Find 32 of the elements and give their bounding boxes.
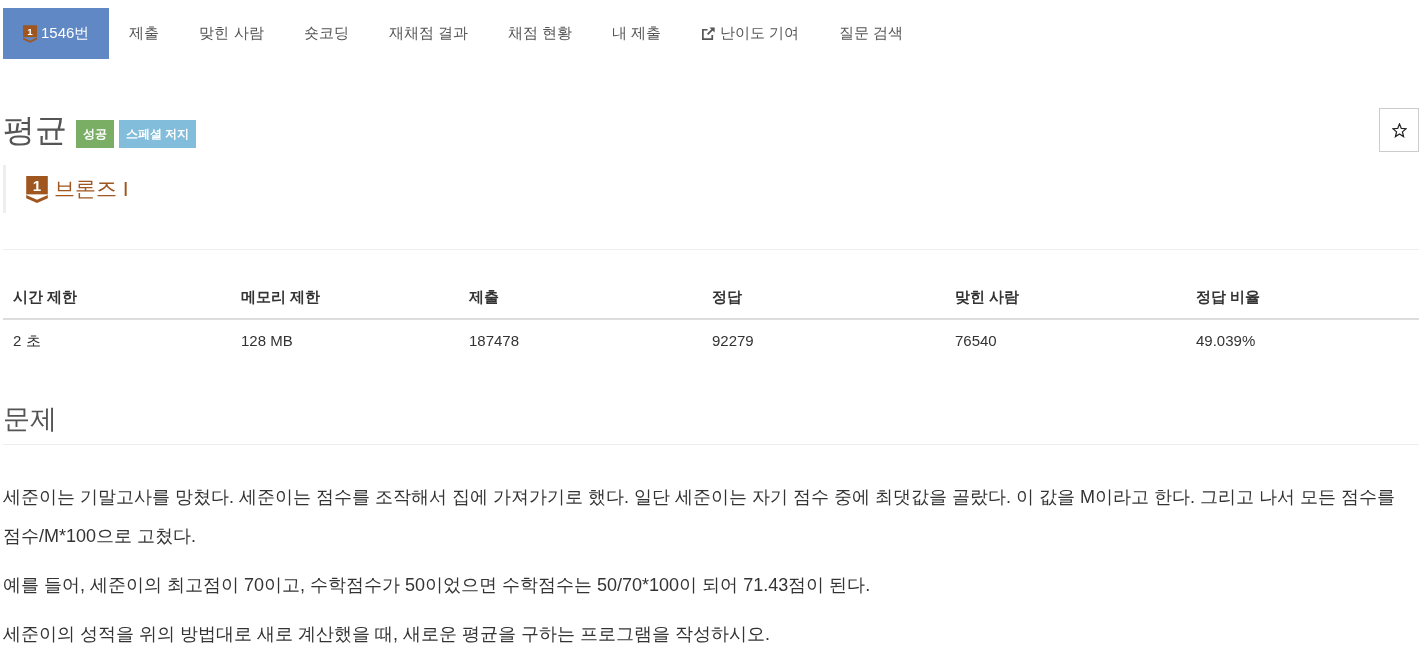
problem-paragraph: 세준이는 기말고사를 망쳤다. 세준이는 점수를 조작해서 집에 가져가기로 했다. 일단 세준이는 자기 점수 중에 최댓값을 골랐다. 이 값을 M이라고 한다. 그리고 나서 모든 점수를 점수/M*100으로 고쳤다. <box>3 486 1397 548</box>
nav-tab[interactable]: 채점 현황 <box>487 8 592 59</box>
column-header: 제출 <box>459 250 702 320</box>
table-cell-text: 2 초 <box>12 331 42 351</box>
tier-link[interactable]: 브론즈 I <box>54 175 129 203</box>
table-cell-text: 128 MB <box>240 331 294 351</box>
column-header: 정답 <box>702 250 945 320</box>
nav-tab[interactable]: 제출 <box>109 8 180 59</box>
nav-tab[interactable]: 내 제출 <box>591 8 682 59</box>
favorite-button[interactable] <box>1379 108 1419 152</box>
status-label: 성공 <box>76 120 114 148</box>
column-header: 정답 비율 <box>1186 250 1419 320</box>
nav-tab[interactable]: 재채점 결과 <box>368 8 488 59</box>
problem-paragraph: 세준이의 성적을 위의 방법대로 새로 계산했을 때, 새로운 평균을 구하는 프로그램을 작성하시오. <box>3 623 771 646</box>
table-cell-text: 76540 <box>954 331 998 351</box>
nav-tab[interactable]: 맞힌 사람 <box>179 8 284 59</box>
nav-tab[interactable]: 1 1546번 <box>3 8 110 59</box>
nav-tab[interactable]: 난이도 기여 <box>681 8 820 59</box>
table-cell-text: 49.039% <box>1195 331 1257 351</box>
column-header: 시간 제한 <box>3 250 231 320</box>
nav-tab[interactable]: 질문 검색 <box>819 8 924 59</box>
section-heading: 문제 <box>3 400 1419 445</box>
status-label: 스페셜 저지 <box>119 120 197 148</box>
table-cell-text: 92279 <box>711 331 755 351</box>
column-header: 맞힌 사람 <box>945 250 1186 320</box>
problem-paragraph: 예를 들어, 세준이의 최고점이 70이고, 수학점수가 50이었으면 수학점수는 50/70*100이 되어 71.43점이 된다. <box>3 574 872 597</box>
table-cell-text: 187478 <box>468 331 521 351</box>
external-link-icon <box>701 26 717 41</box>
column-header: 메모리 제한 <box>231 250 459 320</box>
problem-title: 평균 <box>3 111 67 150</box>
nav-tab[interactable]: 숏코딩 <box>283 8 369 59</box>
star-icon <box>1391 122 1407 138</box>
